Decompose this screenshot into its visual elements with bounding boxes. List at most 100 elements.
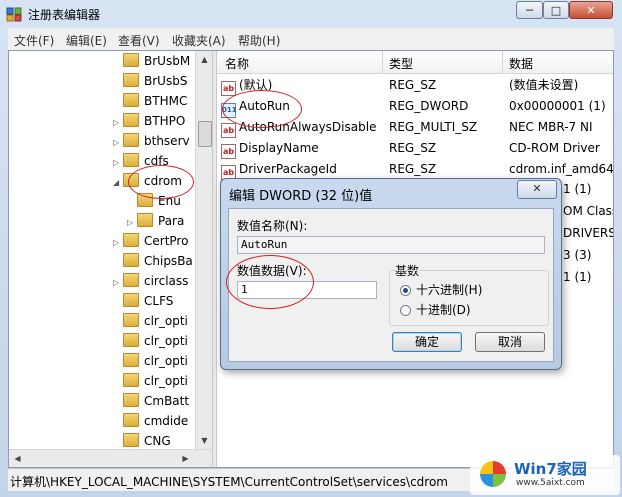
tree-node-label: BTHMC xyxy=(144,94,188,108)
tree-node[interactable]: cmdide xyxy=(113,411,188,431)
tree-node-label: cdrom xyxy=(144,174,182,188)
tree-node-label: CLFS xyxy=(144,294,174,308)
menu-bar: 文件(F) 编辑(E) 查看(V) 收藏夹(A) 帮助(H) xyxy=(8,28,614,50)
folder-icon xyxy=(123,253,139,267)
expand-arrow-icon[interactable]: ▷ xyxy=(113,233,123,253)
tree-node-label: BTHPO xyxy=(144,114,186,128)
radio-unchecked-icon[interactable] xyxy=(400,305,411,316)
value-name: AutoRunAlwaysDisable xyxy=(239,120,377,134)
dec-radio-label: 十进制(D) xyxy=(416,303,471,317)
tree-node-label: circlass xyxy=(144,274,189,288)
value-data-partial: 1 (1) xyxy=(563,270,592,284)
tree-vertical-scrollbar[interactable]: ▲ ▼ xyxy=(195,51,212,449)
tree-node-label: Enu xyxy=(158,194,181,208)
folder-icon xyxy=(123,273,139,287)
tree-node-label: cmdide xyxy=(144,414,189,428)
scroll-right-icon[interactable]: ▶ xyxy=(177,450,194,467)
binary-value-icon: 011 xyxy=(221,103,237,118)
tree-node[interactable]: CLFS xyxy=(113,291,173,311)
tree-node-label: clr_opti xyxy=(144,354,188,368)
tree-node-label: clr_opti xyxy=(144,374,188,388)
tree-node-label: BrUsbS xyxy=(144,74,188,88)
value-name: (默认) xyxy=(239,78,273,92)
value-type: REG_SZ xyxy=(389,141,437,155)
tree-node[interactable]: Enu xyxy=(127,191,181,211)
folder-icon xyxy=(123,293,139,307)
column-header-data[interactable]: 数据 xyxy=(509,55,533,72)
column-header-name[interactable]: 名称 xyxy=(225,55,249,72)
dec-radio[interactable]: 十进制(D) xyxy=(400,301,471,318)
tree-node[interactable]: ▷ cdfs xyxy=(113,151,169,171)
menu-file[interactable]: 文件(F) xyxy=(14,32,54,49)
tree-node[interactable]: CNG xyxy=(113,431,171,451)
expand-arrow-icon[interactable]: ▷ xyxy=(127,213,137,233)
tree-node[interactable]: ▷ bthserv xyxy=(113,131,190,151)
maximize-button[interactable]: □ xyxy=(543,1,569,19)
ok-button[interactable]: 确定 xyxy=(392,332,462,352)
tree-node[interactable]: ◢ cdrom xyxy=(113,171,182,191)
expand-arrow-icon[interactable]: ▷ xyxy=(113,113,123,133)
folder-icon xyxy=(123,313,139,327)
list-row[interactable]: ab (默认) REG_SZ (数值未设置) xyxy=(217,75,613,96)
column-header-type[interactable]: 类型 xyxy=(389,55,413,72)
tree-node-label: CmBatt xyxy=(144,394,190,408)
tree-node-label: Para xyxy=(158,214,185,228)
column-divider[interactable] xyxy=(502,51,503,73)
menu-view[interactable]: 查看(V) xyxy=(118,32,160,49)
cancel-button[interactable]: 取消 xyxy=(475,332,545,352)
tree-node[interactable]: ▷ circlass xyxy=(113,271,188,291)
tree-node-label: ChipsBa xyxy=(144,254,193,268)
dialog-close-button[interactable]: ✕ xyxy=(517,180,557,199)
list-row[interactable]: ab AutoRunAlwaysDisable REG_MULTI_SZ NEC MB… xyxy=(217,117,613,138)
list-row[interactable]: abDriverPackageId REG_SZ cdrom.inf_amd64_n xyxy=(217,159,613,180)
menu-help[interactable]: 帮助(H) xyxy=(238,32,280,49)
menu-edit[interactable]: 编辑(E) xyxy=(66,32,107,49)
title-bar: 注册表编辑器 ─ □ ✕ xyxy=(0,0,622,28)
radio-checked-icon[interactable] xyxy=(400,285,411,296)
tree-node[interactable]: clr_opti xyxy=(113,351,188,371)
close-button[interactable]: ✕ xyxy=(569,1,613,19)
folder-icon xyxy=(123,133,139,147)
scroll-down-icon[interactable]: ▼ xyxy=(196,432,212,449)
value-name-cell: ab AutoRunAlwaysDisable xyxy=(221,117,376,138)
value-data-partial: 3 (3) xyxy=(563,248,592,262)
collapse-arrow-icon[interactable]: ◢ xyxy=(113,173,123,193)
menu-favorites[interactable]: 收藏夹(A) xyxy=(172,32,226,49)
list-row[interactable]: ab DisplayName REG_SZ CD-ROM Driver xyxy=(217,138,613,159)
expand-arrow-icon[interactable]: ▷ xyxy=(113,153,123,173)
minimize-button[interactable]: ─ xyxy=(516,1,543,19)
column-divider[interactable] xyxy=(382,51,383,73)
value-name-cell: ab DriverPackageId xyxy=(221,159,337,180)
folder-icon xyxy=(123,333,139,347)
hex-radio[interactable]: 十六进制(H) xyxy=(400,281,482,298)
string-value-icon: ab xyxy=(221,123,236,138)
tree-node[interactable]: clr_opti xyxy=(113,371,188,391)
tree-scroll-thumb[interactable] xyxy=(198,121,212,147)
tree-node[interactable]: ▷ Para xyxy=(127,211,184,231)
value-name-cell: 011 AutoRun xyxy=(221,96,290,118)
list-header: 名称 类型 数据 xyxy=(217,51,613,74)
expand-arrow-icon[interactable]: ▷ xyxy=(113,133,123,153)
folder-icon xyxy=(123,433,139,447)
tree-node[interactable]: clr_opti xyxy=(113,311,188,331)
tree-node[interactable]: ChipsBa xyxy=(113,251,193,271)
scroll-up-icon[interactable]: ▲ xyxy=(196,51,212,68)
scroll-left-icon[interactable]: ◀ xyxy=(9,450,26,467)
value-data: (数值未设置) xyxy=(509,78,579,92)
value-data-input[interactable]: 1 xyxy=(237,281,377,299)
value-data: CD-ROM Driver xyxy=(509,141,600,155)
registry-tree: BrUsbM BrUsbS BTHMC ▷ BTHPO ▷ bthserv ▷ cdfs ◢ cdr… xyxy=(9,51,212,467)
tree-node[interactable]: CmBatt xyxy=(113,391,189,411)
tree-node[interactable]: clr_opti xyxy=(113,331,188,351)
tree-node[interactable]: ▷ BTHPO xyxy=(113,111,185,131)
string-value-icon: ab xyxy=(221,81,236,96)
value-name-cell: ab (默认) xyxy=(221,75,272,96)
tree-node[interactable]: BTHMC xyxy=(113,91,187,111)
tree-node[interactable]: ▷ CertPro xyxy=(113,231,188,251)
tree-node[interactable]: BrUsbS xyxy=(113,71,187,91)
folder-icon xyxy=(123,73,139,87)
tree-node[interactable]: BrUsbM xyxy=(113,51,190,71)
expand-arrow-icon[interactable]: ▷ xyxy=(113,273,123,293)
tree-horizontal-scrollbar[interactable]: ◀ ▶ xyxy=(9,449,212,467)
list-row[interactable]: 011 AutoRun REG_DWORD 0x00000001 (1) xyxy=(217,96,613,118)
